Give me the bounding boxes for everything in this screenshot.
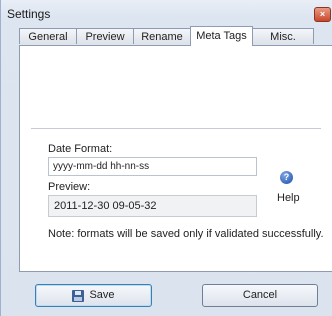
save-button-label: Save bbox=[89, 289, 115, 301]
help-link[interactable]: Help bbox=[277, 192, 300, 204]
panel-divider bbox=[31, 128, 321, 129]
date-format-label: Date Format: bbox=[48, 143, 113, 155]
title-bar: Settings × bbox=[5, 4, 332, 22]
floppy-disk-icon bbox=[72, 289, 85, 302]
tab-misc[interactable]: Misc. bbox=[252, 28, 314, 44]
close-icon[interactable]: × bbox=[314, 7, 331, 22]
preview-label: Preview: bbox=[48, 181, 91, 193]
window-title: Settings bbox=[7, 7, 51, 21]
help-icon[interactable]: ? bbox=[280, 171, 293, 184]
tab-rename[interactable]: Rename bbox=[133, 28, 191, 44]
date-format-input[interactable] bbox=[48, 157, 257, 176]
tab-meta-tags[interactable]: Meta Tags bbox=[190, 26, 253, 46]
validation-note: Note: formats will be saved only if vali… bbox=[48, 228, 324, 240]
cancel-button[interactable]: Cancel bbox=[202, 284, 318, 307]
tab-preview[interactable]: Preview bbox=[76, 28, 134, 44]
tab-strip: General Preview Rename Meta Tags Misc. bbox=[19, 26, 329, 46]
settings-window: Settings × General Preview Rename Meta T… bbox=[0, 0, 332, 316]
save-button[interactable]: Save bbox=[35, 284, 152, 307]
tab-general[interactable]: General bbox=[19, 28, 77, 44]
preview-value: 2011-12-30 09-05-32 bbox=[48, 195, 257, 217]
